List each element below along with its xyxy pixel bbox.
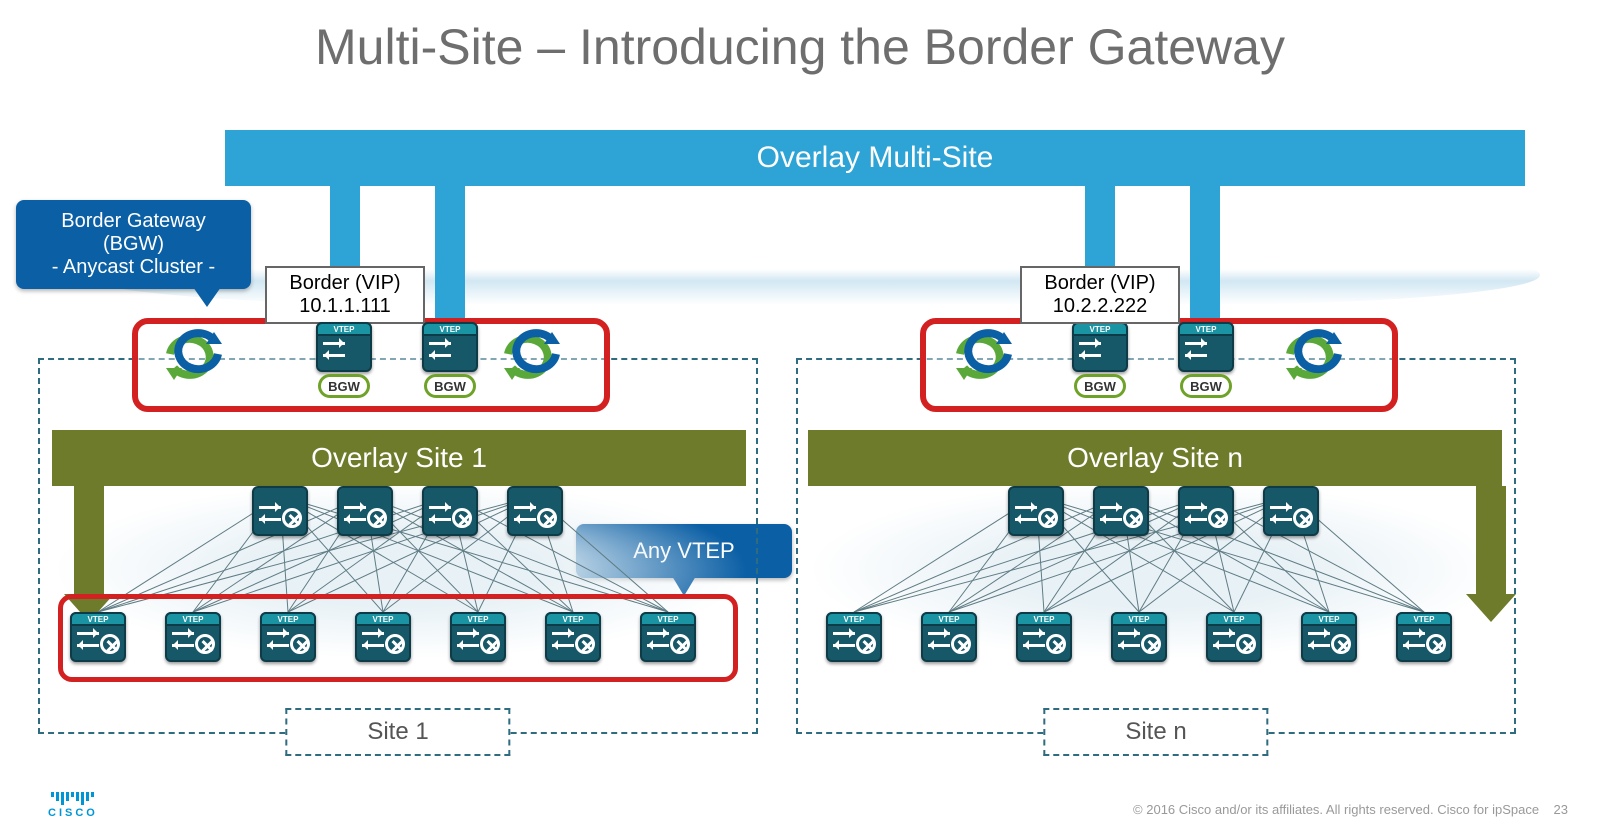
cisco-logo-text: CISCO — [48, 807, 98, 819]
bgw-device-icon: VTEP — [422, 322, 478, 372]
spine-device-icon — [1263, 486, 1319, 536]
device-chip-label: VTEP — [826, 612, 882, 626]
device-chip-label: VTEP — [450, 612, 506, 626]
spine-device-icon — [337, 486, 393, 536]
overlay-multisite-bar: Overlay Multi-Site — [225, 130, 1525, 186]
bgw-device-icon: VTEP — [1072, 322, 1128, 372]
device-chip-label: VTEP — [316, 322, 372, 336]
spine-device-icon — [1093, 486, 1149, 536]
device-chip-label: VTEP — [1206, 612, 1262, 626]
bgw-pill: BGW — [318, 374, 370, 398]
site-label-site1: Site 1 — [285, 708, 510, 756]
callout-bgw: Border Gateway (BGW) - Anycast Cluster - — [16, 200, 251, 289]
leaf-vtep-device-icon: VTEP — [70, 612, 126, 662]
leaf-vtep-device-icon: VTEP — [260, 612, 316, 662]
leaf-vtep-device-icon: VTEP — [1301, 612, 1357, 662]
anycast-cycle-icon — [498, 328, 566, 380]
anycast-cycle-icon — [950, 328, 1018, 380]
leaf-vtep-device-icon: VTEP — [921, 612, 977, 662]
site-label-site2: Site n — [1043, 708, 1268, 756]
overlay-connection-leg — [435, 186, 465, 318]
border-vip-label: Border (VIP) — [1022, 272, 1178, 295]
device-chip-label: VTEP — [1178, 322, 1234, 336]
leaf-vtep-device-icon: VTEP — [1016, 612, 1072, 662]
footer-copyright: © 2016 Cisco and/or its affiliates. All … — [1133, 802, 1568, 817]
spine-device-icon — [1178, 486, 1234, 536]
bgw-device-icon: VTEP — [316, 322, 372, 372]
device-chip-label: VTEP — [1072, 322, 1128, 336]
callout-bgw-line2: - Anycast Cluster - — [30, 256, 237, 279]
spine-device-icon — [422, 486, 478, 536]
device-chip-label: VTEP — [1396, 612, 1452, 626]
device-chip-label: VTEP — [1111, 612, 1167, 626]
border-vip-label: Border (VIP) — [267, 272, 423, 295]
anycast-cycle-icon — [160, 328, 228, 380]
leaf-vtep-device-icon: VTEP — [355, 612, 411, 662]
bgw-pill: BGW — [1180, 374, 1232, 398]
anycast-cycle-icon — [1280, 328, 1348, 380]
device-chip-label: VTEP — [640, 612, 696, 626]
spine-device-icon — [507, 486, 563, 536]
page-number: 23 — [1554, 802, 1568, 817]
leaf-vtep-device-icon: VTEP — [545, 612, 601, 662]
leaf-vtep-device-icon: VTEP — [1206, 612, 1262, 662]
border-vip-box-site1: Border (VIP) 10.1.1.111 — [265, 266, 425, 324]
overlay-site-label: Overlay Site n — [1067, 442, 1243, 473]
leaf-vtep-device-icon: VTEP — [1396, 612, 1452, 662]
bgw-pill: BGW — [424, 374, 476, 398]
device-chip-label: VTEP — [165, 612, 221, 626]
device-chip-label: VTEP — [1016, 612, 1072, 626]
leaf-vtep-device-icon: VTEP — [640, 612, 696, 662]
border-vip-ip: 10.1.1.111 — [267, 295, 423, 318]
border-vip-box-site2: Border (VIP) 10.2.2.222 — [1020, 266, 1180, 324]
overlay-site-bar-site2: Overlay Site n — [808, 430, 1502, 486]
device-chip-label: VTEP — [260, 612, 316, 626]
bgw-pill: BGW — [1074, 374, 1126, 398]
device-chip-label: VTEP — [355, 612, 411, 626]
fabric-mesh-lines — [808, 486, 1502, 616]
device-chip-label: VTEP — [70, 612, 126, 626]
leaf-vtep-device-icon: VTEP — [1111, 612, 1167, 662]
leaf-vtep-device-icon: VTEP — [450, 612, 506, 662]
overlay-multisite-label: Overlay Multi-Site — [757, 141, 994, 174]
slide-title: Multi-Site – Introducing the Border Gate… — [0, 18, 1600, 76]
overlay-site-bar-site1: Overlay Site 1 — [52, 430, 746, 486]
callout-bgw-line1: Border Gateway (BGW) — [30, 210, 237, 256]
cisco-logo: CISCO — [48, 792, 98, 819]
device-chip-label: VTEP — [921, 612, 977, 626]
spine-device-icon — [1008, 486, 1064, 536]
device-chip-label: VTEP — [1301, 612, 1357, 626]
overlay-site-label: Overlay Site 1 — [311, 442, 487, 473]
device-chip-label: VTEP — [422, 322, 478, 336]
bgw-device-icon: VTEP — [1178, 322, 1234, 372]
device-chip-label: VTEP — [545, 612, 601, 626]
leaf-vtep-device-icon: VTEP — [165, 612, 221, 662]
overlay-connection-leg — [1190, 186, 1220, 318]
spine-device-icon — [252, 486, 308, 536]
border-vip-ip: 10.2.2.222 — [1022, 295, 1178, 318]
leaf-vtep-device-icon: VTEP — [826, 612, 882, 662]
